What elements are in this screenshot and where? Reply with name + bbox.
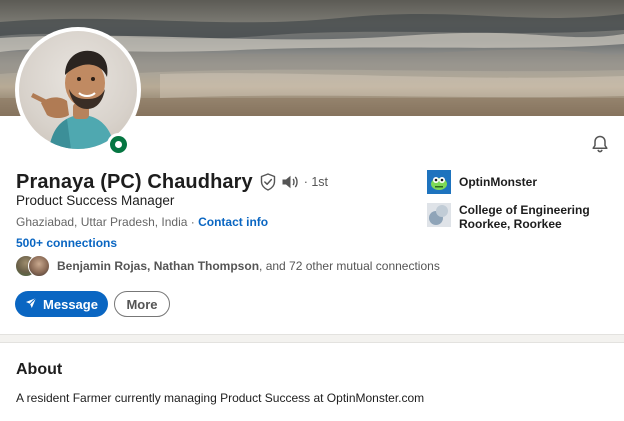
school-name: College of Engineering Roorkee, Roorkee [459,204,599,231]
connections-link[interactable]: 500+ connections [16,236,117,250]
message-button-label: Message [43,297,98,312]
experience-education-list: OptinMonster College of Engineering Roor… [427,170,599,240]
mutual-avatars [15,255,51,277]
mutual-connections-text: Benjamin Rojas, Nathan Thompson, and 72 … [57,259,440,273]
mutual-avatar [28,255,50,277]
profile-headline: Product Success Manager [16,193,174,208]
name-row: Pranaya (PC) Chaudhary · 1st [16,170,328,194]
school-college-of-engineering[interactable]: College of Engineering Roorkee, Roorkee [427,203,599,231]
location-row: Ghaziabad, Uttar Pradesh, India · Contac… [16,215,268,229]
speaker-icon[interactable] [281,174,299,190]
mutual-names: Benjamin Rojas, Nathan Thompson [57,259,259,273]
bell-icon[interactable] [590,134,610,154]
company-optinmonster[interactable]: OptinMonster [427,170,599,194]
verified-shield-icon[interactable] [260,173,276,191]
about-heading: About [16,361,62,379]
about-text: A resident Farmer currently managing Pro… [16,391,424,405]
connection-degree: · 1st [304,175,328,189]
person-photo-image [19,31,137,149]
mutual-rest: , and 72 other mutual connections [259,259,440,273]
message-button[interactable]: Message [15,291,108,317]
company-name: OptinMonster [459,176,599,190]
mutual-connections[interactable]: Benjamin Rojas, Nathan Thompson, and 72 … [15,254,440,278]
profile-location: Ghaziabad, Uttar Pradesh, India · [16,215,195,229]
online-status-indicator [107,133,130,156]
more-button[interactable]: More [114,291,170,317]
optinmonster-logo-icon [427,170,451,194]
send-icon [25,297,37,312]
college-logo-icon [427,203,451,227]
avatar [19,31,137,149]
contact-info-link[interactable]: Contact info [198,215,268,229]
section-divider [0,334,624,343]
profile-name: Pranaya (PC) Chaudhary [16,171,253,194]
